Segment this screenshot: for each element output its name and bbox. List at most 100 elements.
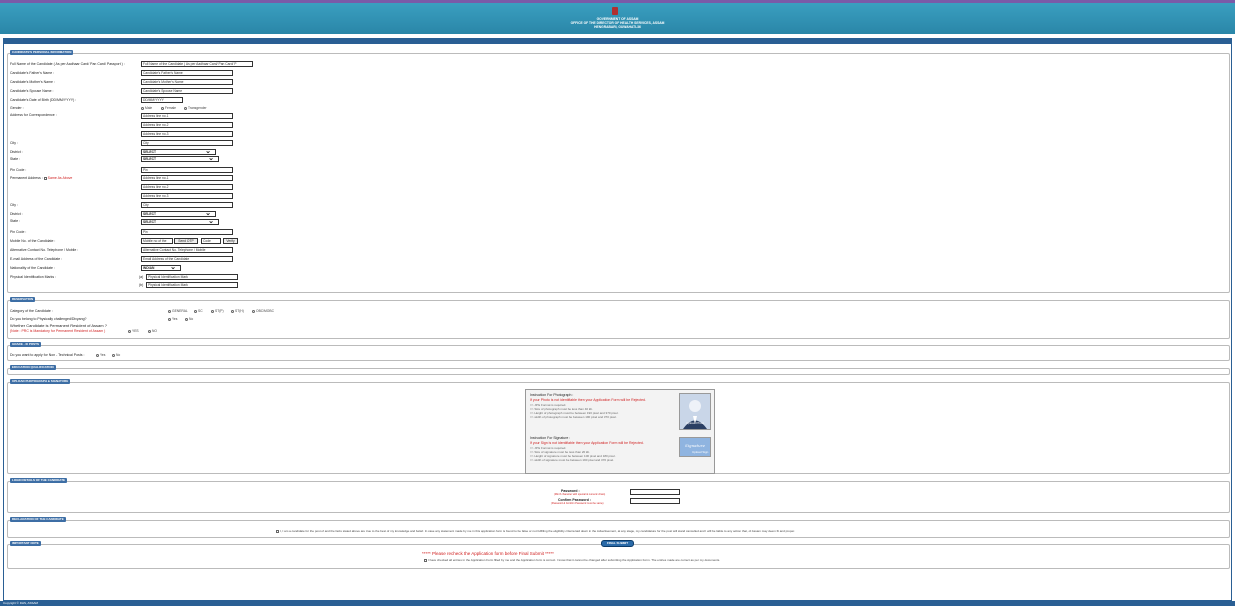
corr-address-line2-input[interactable]: Address line no.2 [141, 122, 233, 128]
upload-photo-button[interactable]: Upload Photo [679, 393, 711, 430]
chevron-down-icon: ⌄ [208, 218, 214, 225]
full-name-input[interactable]: Full Name of the Candidate ( As per Aadh… [141, 61, 253, 67]
sign-warning: If your Sign is not identifiable then yo… [530, 441, 644, 445]
upload-sign-button[interactable]: Signature Upload Sign [679, 437, 711, 457]
mother-name-label: Candidate's Mother's Name : [10, 80, 55, 84]
category-sth-radio[interactable]: ST(H) [231, 309, 244, 313]
mother-name-input[interactable]: Candidate's Mother's Name [141, 79, 233, 85]
category-sc-radio[interactable]: SC [194, 309, 203, 313]
corr-state-select[interactable]: SELECT ⌄ [141, 155, 219, 162]
disabled-yes-radio[interactable]: Yes [168, 317, 177, 321]
mark-a-label: (a) [139, 275, 144, 279]
photo-instruction-title: Instruction For Photograph : [530, 393, 574, 397]
non-technical-yes-radio[interactable]: Yes [96, 353, 105, 357]
disabled-no-radio[interactable]: No [185, 317, 193, 321]
mobile-input[interactable]: Mobile no of the [141, 238, 173, 244]
section-title: GRADE - III POSTS [10, 342, 42, 347]
verify-otp-button[interactable]: Verify [223, 238, 238, 244]
section-title: IMPORTANT NOTE [10, 541, 41, 546]
nationality-select[interactable]: INDIAN ⌄ [141, 264, 181, 271]
category-general-radio[interactable]: GENERAL [168, 309, 188, 313]
declaration-section: DECLARATION OF THE CANDIDATE I, I am a c… [7, 517, 1230, 538]
final-submit-button[interactable]: FINAL SUBMIT [601, 540, 634, 547]
identification-mark-a-input[interactable]: Physical Identification Mark [146, 274, 238, 280]
state-label: State : [10, 219, 21, 223]
perm-address-line3-input[interactable]: Address line no.3 [141, 193, 233, 199]
section-title: LOGIN DETAILS OF THE CANDIDATE [10, 478, 68, 483]
page-header: GOVERNMENT OF ASSAM OFFICE OF THE DIRECT… [0, 3, 1235, 34]
category-stp-radio[interactable]: ST(P) [211, 309, 224, 313]
reservation-section: RESERVATION Category of the Candidate : … [7, 297, 1230, 339]
same-as-above-checkbox[interactable]: Same As Above [43, 176, 72, 180]
email-input[interactable]: Email Address of the Candidate [141, 256, 233, 262]
district-label: District : [10, 212, 23, 216]
resident-label: Whether Candidate is Permanent Resident … [10, 323, 107, 328]
city-label: City : [10, 141, 18, 145]
signature-caption: Signature [685, 443, 706, 448]
personal-info-section: CANDIDATE'S PERSONAL INFORMATION Full Na… [7, 50, 1230, 293]
dob-label: Candidate's Date of Birth (DD/MM/YYYY) : [10, 98, 77, 102]
category-obc-radio[interactable]: OBC/MOBC [252, 309, 274, 313]
chevron-down-icon: ⌄ [208, 155, 214, 162]
application-form: CANDIDATE'S PERSONAL INFORMATION Full Na… [3, 44, 1232, 601]
father-name-input[interactable]: Candidate's Father's Name [141, 70, 233, 76]
perm-address-line2-input[interactable]: Address line no.2 [141, 184, 233, 190]
corr-district-select[interactable]: SELECT ⌄ [141, 148, 216, 155]
email-label: E-mail Address of the Candidate : [10, 257, 63, 261]
resident-note: (Note : PRC is Mandatory for Permanent R… [10, 329, 106, 333]
dob-input[interactable]: DD/MM/YYYY [141, 97, 183, 103]
disabled-label: Do you belong to Physically challenged/D… [10, 317, 87, 321]
corr-pin-input[interactable]: Pin [141, 167, 233, 173]
district-label: District : [10, 150, 23, 154]
gender-male-radio[interactable]: Male [141, 106, 152, 110]
perm-pin-input[interactable]: Pin [141, 229, 233, 235]
section-title: EDUCATION QUALIFICATION [10, 365, 56, 370]
login-section: LOGIN DETAILS OF THE CANDIDATE Password … [7, 478, 1230, 513]
nationality-label: Nationality of the Candidate : [10, 266, 55, 270]
password-input[interactable] [630, 489, 680, 495]
gender-label: Gender : [10, 106, 24, 110]
spouse-name-input[interactable]: Candidate's Spouse Name [141, 88, 233, 94]
father-name-label: Candidate's Father's Name : [10, 71, 55, 75]
perm-district-select[interactable]: SELECT ⌄ [141, 210, 216, 217]
header-line-3: HENGRABARI, GUWAHATI-36 [594, 25, 641, 29]
resident-yes-radio[interactable]: YES [128, 329, 139, 333]
send-otp-button[interactable]: Send OTP [174, 238, 198, 244]
category-label: Category of the Candidate : [10, 309, 53, 313]
alt-contact-label: Alternative Contact No. Telephone / Mobi… [10, 248, 79, 252]
final-check-checkbox[interactable]: I have checked all entries in the Applic… [424, 558, 720, 562]
full-name-label: Full Name of the Candidate ( As per Aadh… [10, 62, 125, 66]
corr-address-line1-input[interactable]: Address line no.1 [141, 113, 233, 119]
correspondence-address-label: Address for Correspondence : [10, 113, 57, 117]
mobile-label: Mobile No. of the Candidate : [10, 239, 56, 243]
declaration-checkbox[interactable]: I, I am a candidate for the post of and … [276, 529, 795, 533]
corr-city-input[interactable]: City [141, 140, 233, 146]
section-title: DECLARATION OF THE CANDIDATE [10, 517, 66, 522]
perm-address-line1-input[interactable]: Address line no.1 [141, 175, 233, 181]
important-note-section: IMPORTANT NOTE ***** Please recheck the … [7, 541, 1230, 569]
perm-city-input[interactable]: City [141, 202, 233, 208]
section-title: UPLOAD PHOTOGRAPH & SIGNATURE [10, 379, 71, 384]
recheck-headline: ***** Please recheck the Application for… [422, 551, 554, 556]
alt-contact-input[interactable]: Alternative Contact No. Telephone / Mobi… [141, 247, 233, 253]
mark-b-label: (b) [139, 283, 144, 287]
otp-code-input[interactable]: Code [201, 238, 221, 244]
corr-address-line3-input[interactable]: Address line no.3 [141, 131, 233, 137]
perm-state-select[interactable]: SELECT ⌄ [141, 218, 219, 225]
emblem-icon [612, 7, 618, 15]
upload-sign-caption: Upload Sign [692, 450, 709, 454]
city-label: City : [10, 203, 18, 207]
identification-mark-b-input[interactable]: Physical Identification Mark [146, 282, 238, 288]
sign-instruction-title: Instruction For Signature : [530, 436, 571, 440]
confirm-password-input[interactable] [630, 498, 680, 504]
upload-photo-caption: Upload Photo [686, 421, 705, 425]
non-technical-question: Do you want to apply for Non - Technical… [10, 353, 85, 357]
confirm-password-hint: (Password & Confirm Password must be sam… [551, 502, 604, 505]
gender-female-radio[interactable]: Female [161, 106, 176, 110]
permanent-address-label: Permanent Address : Same As Above [10, 176, 73, 180]
gender-transgender-radio[interactable]: Transgender [184, 106, 207, 110]
non-technical-no-radio[interactable]: No [112, 353, 120, 357]
sign-rule: => width of signature must be between 19… [530, 458, 614, 462]
resident-no-radio[interactable]: NO [148, 329, 157, 333]
section-title: RESERVATION [10, 297, 36, 302]
